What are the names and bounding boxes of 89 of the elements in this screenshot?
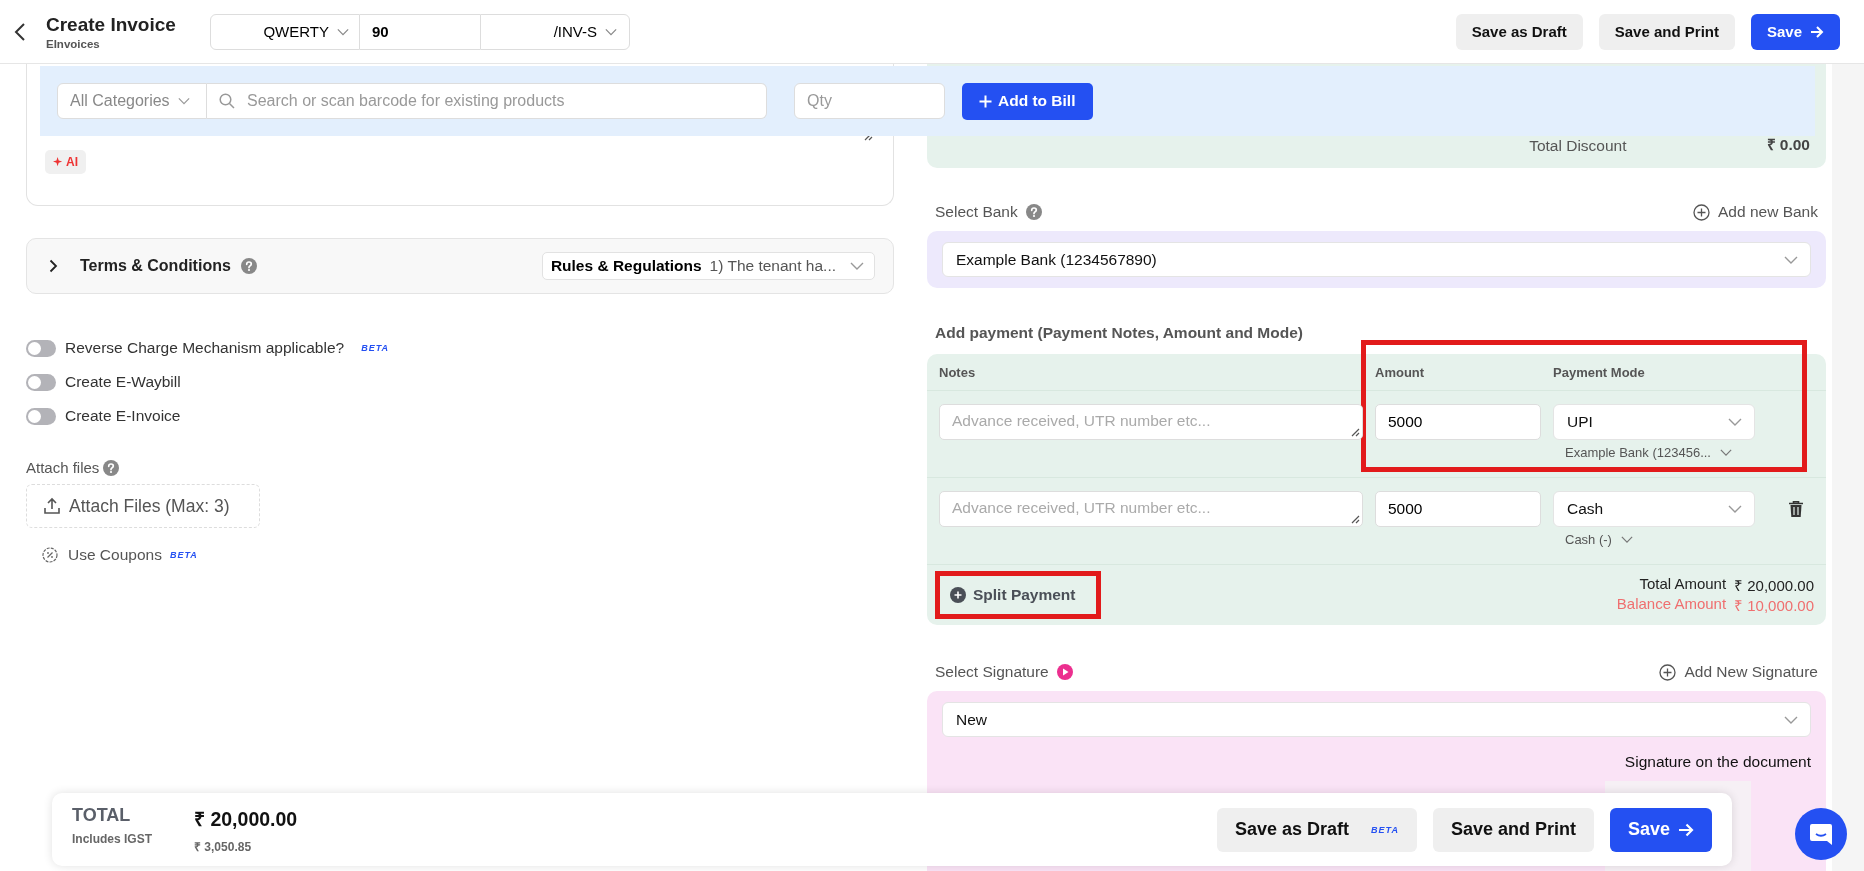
action-button[interactable]: Save as Draft	[1455, 13, 1583, 50]
total-value: ₹ 20,000.00	[194, 806, 298, 832]
chevron-down-icon	[177, 97, 190, 105]
payment-mode-select[interactable]: UPI	[1553, 404, 1755, 440]
terms-select[interactable]: Rules & Regulations 1) The tenant ha...	[541, 252, 875, 280]
notes-field[interactable]: Advance received, UTR number etc...	[939, 491, 1363, 527]
chevron-down-icon	[1728, 418, 1742, 426]
balance-amount-label: Balance Amount	[1616, 595, 1727, 614]
toggle-switch[interactable]	[26, 339, 56, 357]
add-bank-link[interactable]: Add new Bank	[1693, 203, 1818, 221]
account-select[interactable]: Example Bank (123456...	[1553, 445, 1732, 460]
action-button[interactable]: Save and Print	[1432, 807, 1594, 852]
trash-icon[interactable]	[1789, 501, 1803, 517]
plus-circle-icon	[1659, 663, 1677, 681]
beta-label: BETA	[169, 550, 198, 560]
save-button[interactable]: Save	[1609, 807, 1712, 852]
back-icon[interactable]	[14, 21, 26, 42]
chevron-down-icon	[1784, 255, 1798, 264]
section-label: Add payment (Payment Notes, Amount and Mode)	[934, 324, 1304, 342]
toggle-switch[interactable]	[26, 373, 56, 391]
page-title: Create Invoice	[46, 13, 177, 36]
category-select[interactable]: All Categories	[57, 83, 207, 119]
split-payment-button[interactable]: Split Payment	[950, 586, 1076, 604]
attach-files-label: Attach files	[26, 459, 100, 476]
upload-icon	[43, 497, 61, 515]
chat-icon	[1808, 821, 1834, 847]
use-coupons-link[interactable]: Use Coupons	[42, 546, 162, 564]
column-header: Payment Mode	[1553, 364, 1646, 380]
save-button[interactable]: Save	[1750, 13, 1840, 50]
plus-circle-icon	[950, 587, 966, 603]
account-select[interactable]: Cash (-)	[1553, 532, 1633, 547]
plus-icon	[979, 94, 992, 108]
sparkle-icon	[53, 156, 64, 168]
help-icon	[1025, 204, 1042, 220]
search-icon	[219, 93, 235, 109]
total-amount-label: Total Amount	[1639, 575, 1727, 594]
ai-button[interactable]: AI	[45, 150, 86, 174]
plus-circle-icon	[1693, 203, 1711, 221]
total-label: TOTAL	[72, 804, 132, 826]
total-discount-label: Total Discount	[1529, 137, 1627, 155]
chevron-down-icon	[1728, 505, 1742, 513]
amount-field[interactable]: 5000	[1375, 404, 1541, 440]
beta-label: BETA	[361, 343, 389, 353]
action-button[interactable]: Save and Print	[1598, 13, 1735, 50]
notes-field[interactable]: Advance received, UTR number etc...	[939, 404, 1363, 440]
chevron-down-icon	[337, 27, 349, 36]
quantity-field[interactable]: Qty	[794, 83, 945, 119]
column-header: Notes	[939, 364, 977, 380]
signature-select[interactable]: New	[942, 702, 1811, 737]
suffix-select[interactable]: /INV-S	[480, 13, 630, 50]
add-signature-link[interactable]: Add New Signature	[1659, 663, 1818, 681]
bank-select[interactable]: Example Bank (1234567890)	[942, 242, 1811, 277]
discount-icon	[42, 547, 58, 563]
toggle-label: Create E-Waybill	[65, 373, 181, 391]
total-discount-value: ₹ 0.00	[1766, 135, 1810, 155]
tax-label: Includes IGST	[72, 831, 152, 846]
tax-value: ₹ 3,050.85	[194, 838, 253, 855]
payment-mode-select[interactable]: Cash	[1553, 491, 1755, 527]
product-search-field[interactable]: Search or scan barcode for existing products	[207, 83, 767, 119]
add-to-bill-button[interactable]: Add to Bill	[962, 82, 1093, 120]
help-icon	[103, 459, 120, 476]
chevron-right-icon[interactable]	[49, 259, 58, 273]
section-label: Select Bank	[935, 203, 1018, 221]
prefix-select[interactable]: QWERTY	[210, 13, 360, 50]
amount-field[interactable]: 5000	[1375, 491, 1541, 527]
chevron-down-icon	[1784, 715, 1798, 724]
attach-files-button[interactable]: Attach Files (Max: 3)	[26, 484, 260, 528]
chevron-down-icon	[850, 262, 864, 270]
page-subtitle: EInvoices	[46, 37, 101, 50]
chevron-down-icon	[605, 27, 617, 36]
balance-amount-value: ₹ 10,000.00	[1734, 596, 1814, 615]
arrow-right-icon	[1678, 822, 1694, 837]
toggle-label: Reverse Charge Mechanism applicable?	[65, 339, 345, 357]
toggle-label: Create E-Invoice	[65, 407, 181, 425]
chevron-down-icon	[1620, 536, 1633, 543]
toggle-switch[interactable]	[26, 407, 56, 425]
invoice-number-field[interactable]: 90	[360, 13, 480, 50]
help-icon	[240, 258, 257, 274]
chevron-down-icon	[1720, 449, 1732, 456]
arrow-right-icon	[1810, 25, 1824, 38]
total-amount-value: ₹ 20,000.00	[1734, 576, 1814, 595]
resize-handle-icon	[1351, 428, 1360, 437]
resize-handle-icon	[1351, 515, 1360, 524]
column-header: Amount	[1375, 364, 1426, 380]
section-label: Select Signature	[935, 663, 1049, 681]
action-button[interactable]: Save as Draft BETA	[1217, 807, 1417, 852]
signature-caption: Signature on the document	[1624, 753, 1811, 771]
play-icon[interactable]	[1056, 664, 1073, 680]
terms-title: Terms & Conditions	[80, 257, 231, 275]
